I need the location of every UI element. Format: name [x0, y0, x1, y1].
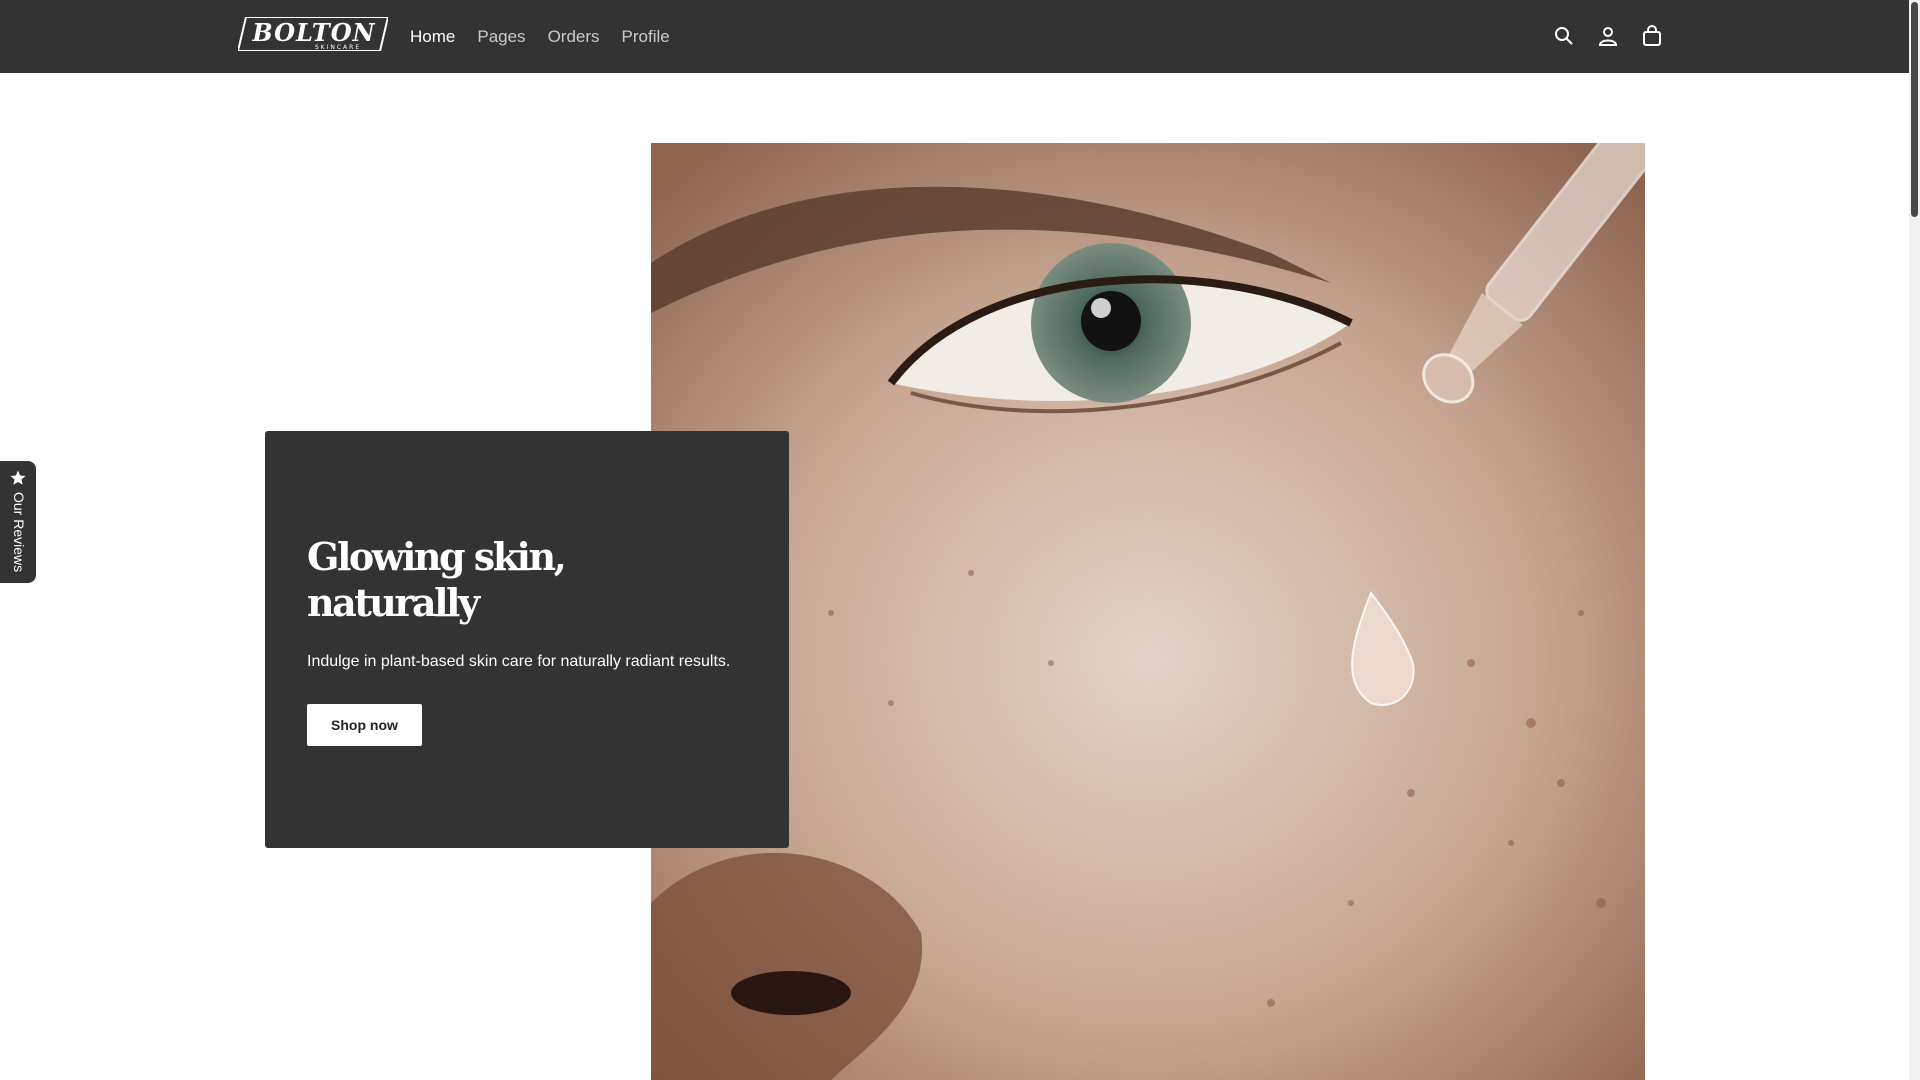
main-nav: Home Pages Orders Profile — [410, 0, 692, 73]
hero-title-line2: naturally — [307, 580, 480, 625]
nav-orders[interactable]: Orders — [548, 27, 600, 47]
reviews-tab[interactable]: Our Reviews — [0, 461, 36, 583]
hero-title: Glowing skin, naturally — [307, 534, 607, 626]
nav-profile[interactable]: Profile — [622, 27, 670, 47]
brand-name: BOLTON — [251, 18, 375, 47]
site-header: BOLTON SKINCARE Home Pages Orders Profil… — [0, 0, 1909, 73]
hero-image — [651, 143, 1645, 1080]
reviews-tab-label: Our Reviews — [11, 492, 27, 573]
account-icon[interactable] — [1596, 24, 1620, 48]
hero-description: Indulge in plant-based skin care for nat… — [307, 653, 731, 670]
hero-title-line1: Glowing skin, — [307, 534, 567, 579]
shop-now-button[interactable]: Shop now — [307, 704, 422, 746]
brand-logo[interactable]: BOLTON SKINCARE — [236, 16, 390, 52]
nav-home[interactable]: Home — [410, 27, 455, 47]
scrollbar-thumb[interactable] — [1911, 2, 1918, 217]
hero-card: Glowing skin, naturally Indulge in plant… — [265, 431, 789, 848]
star-icon — [10, 470, 26, 485]
page-scrollbar[interactable] — [1909, 0, 1920, 1080]
search-icon[interactable] — [1552, 24, 1576, 48]
cart-icon[interactable] — [1640, 24, 1664, 48]
brand-sub: SKINCARE — [315, 44, 361, 51]
nav-pages[interactable]: Pages — [477, 27, 525, 47]
header-actions — [1552, 24, 1664, 48]
